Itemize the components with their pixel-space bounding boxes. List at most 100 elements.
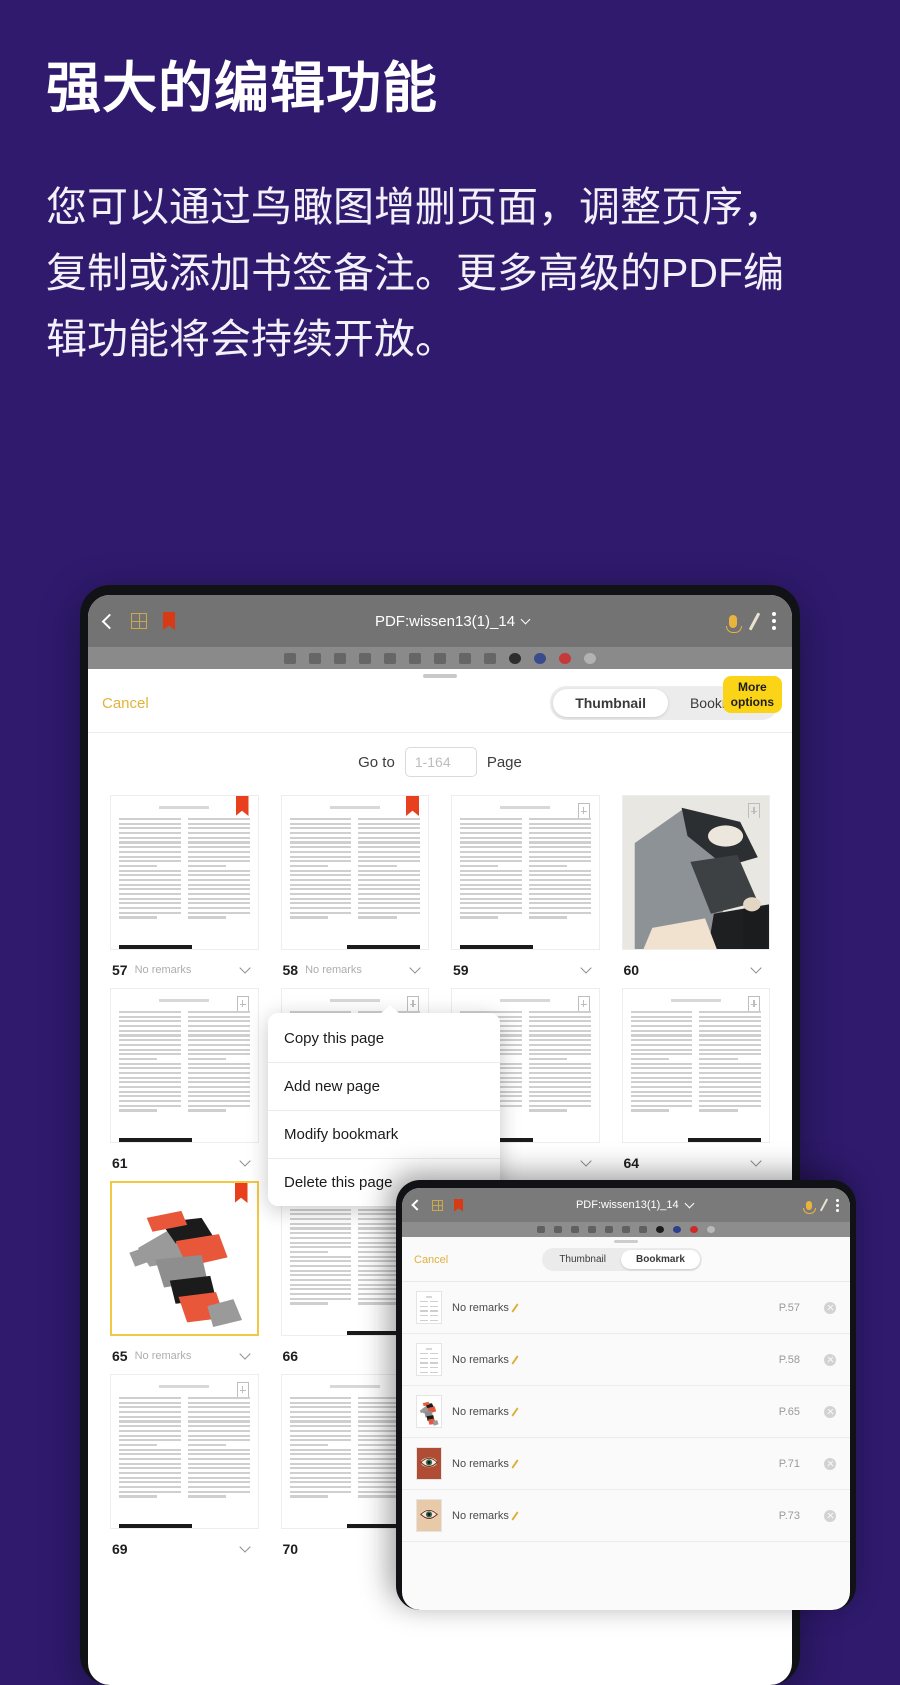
- chevron-down-icon[interactable]: [238, 1154, 251, 1167]
- thumbnail-cell[interactable]: 60: [621, 795, 770, 988]
- remove-bookmark-icon[interactable]: [824, 1457, 836, 1470]
- bookmark-row[interactable]: No remarks P.65: [402, 1386, 850, 1438]
- document-title-text-2: PDF:wissen13(1)_14: [575, 1199, 679, 1211]
- more-options-badge[interactable]: More options: [722, 676, 782, 714]
- page-remark: No remarks: [134, 963, 192, 976]
- page-thumbnail[interactable]: [110, 1374, 259, 1529]
- thumbnail-cell[interactable]: 69: [110, 1374, 259, 1567]
- microphone-icon[interactable]: [803, 1200, 817, 1214]
- thumbnail-cell[interactable]: 57 No remarks: [110, 795, 259, 988]
- kebab-menu-icon[interactable]: [772, 612, 776, 630]
- remove-bookmark-icon[interactable]: [824, 1405, 836, 1418]
- mini-text-body: [420, 1353, 438, 1375]
- pen-icon[interactable]: [819, 1198, 829, 1212]
- menu-item-add-page[interactable]: Add new page: [268, 1063, 500, 1111]
- back-icon[interactable]: [411, 1199, 423, 1211]
- pencil-edit-icon[interactable]: [511, 1458, 519, 1469]
- tab-thumbnail-2[interactable]: Thumbnail: [544, 1250, 621, 1269]
- pencil-edit-icon[interactable]: [511, 1510, 519, 1521]
- pencil-edit-icon[interactable]: [511, 1302, 519, 1313]
- pen-icon[interactable]: [748, 611, 761, 631]
- remove-bookmark-icon[interactable]: [824, 1509, 836, 1522]
- bookmark-row[interactable]: No remarks P.73: [402, 1490, 850, 1542]
- thumbnail-cell[interactable]: 65 No remarks: [110, 1181, 259, 1374]
- thumbnail-label-row: 59: [451, 950, 600, 982]
- chevron-down-icon[interactable]: [579, 1154, 592, 1167]
- add-bookmark-icon[interactable]: [236, 996, 249, 1011]
- mini-page-preview: [111, 1375, 258, 1528]
- bookmark-thumbnail[interactable]: [416, 1447, 442, 1480]
- thumbnail-cell[interactable]: 58 No remarks: [280, 795, 429, 988]
- bookmark-icon[interactable]: [163, 612, 175, 630]
- add-bookmark-icon[interactable]: [748, 996, 760, 1011]
- thumbnail-cell[interactable]: 61: [110, 988, 259, 1181]
- bookmark-row[interactable]: No remarks P.71: [402, 1438, 850, 1490]
- menu-item-modify-bookmark[interactable]: Modify bookmark: [268, 1111, 500, 1159]
- add-bookmark-icon[interactable]: [236, 1382, 249, 1397]
- page-thumbnail[interactable]: [110, 1181, 259, 1336]
- add-bookmark-icon[interactable]: [407, 996, 419, 1011]
- menu-item-copy-page[interactable]: Copy this page: [268, 1015, 500, 1063]
- page-number: 57: [112, 961, 128, 978]
- pencil-edit-icon[interactable]: [511, 1406, 519, 1417]
- document-title-2[interactable]: PDF:wissen13(1)_14: [575, 1198, 695, 1211]
- add-bookmark-icon[interactable]: [748, 803, 760, 818]
- mini-text-body: [119, 818, 250, 939]
- chevron-down-icon[interactable]: [750, 961, 762, 974]
- tab-bookmark-2[interactable]: Bookmark: [621, 1250, 700, 1269]
- mini-page-header: [425, 1296, 433, 1298]
- mini-page-preview: [417, 1292, 441, 1323]
- document-title[interactable]: PDF:wissen13(1)_14: [374, 612, 531, 630]
- bookmark-remark-wrap: No remarks: [452, 1406, 769, 1418]
- page-number: 65: [112, 1347, 128, 1364]
- chevron-down-icon[interactable]: [409, 961, 421, 974]
- mini-text-column: [358, 818, 420, 939]
- bookmark-row[interactable]: No remarks P.58: [402, 1334, 850, 1386]
- remove-bookmark-icon[interactable]: [824, 1353, 836, 1366]
- chevron-down-icon[interactable]: [238, 961, 251, 974]
- page-thumbnail[interactable]: [110, 795, 259, 950]
- page-thumbnail[interactable]: [621, 988, 770, 1143]
- bookmark-thumbnail[interactable]: [416, 1395, 442, 1428]
- grid-icon[interactable]: [131, 613, 147, 629]
- chevron-down-icon[interactable]: [238, 1540, 251, 1553]
- cancel-button[interactable]: Cancel: [102, 695, 149, 712]
- document-title-text: PDF:wissen13(1)_14: [374, 612, 516, 630]
- add-bookmark-icon[interactable]: [577, 803, 590, 818]
- bookmark-page-number: P.65: [778, 1405, 800, 1418]
- page-thumbnail[interactable]: [621, 795, 770, 950]
- bookmark-row[interactable]: No remarks P.57: [402, 1282, 850, 1334]
- thumbnail-cell[interactable]: 64: [621, 988, 770, 1181]
- bookmark-thumbnail[interactable]: [416, 1499, 442, 1532]
- pencil-edit-icon[interactable]: [511, 1354, 519, 1365]
- microphone-icon[interactable]: [726, 614, 742, 633]
- bookmark-remark: No remarks: [452, 1405, 509, 1418]
- sheet-drag-handle-2[interactable]: [402, 1237, 850, 1244]
- goto-page-input[interactable]: 1-164: [404, 747, 477, 777]
- remove-bookmark-icon[interactable]: [824, 1301, 836, 1314]
- annotation-toolbar-2[interactable]: [402, 1222, 850, 1237]
- mini-page-preview: [452, 796, 599, 949]
- add-bookmark-icon[interactable]: [577, 996, 590, 1011]
- bookmark-thumbnail[interactable]: [416, 1291, 442, 1324]
- bookmark-thumbnail[interactable]: [416, 1343, 442, 1376]
- page-thumbnail[interactable]: [451, 795, 600, 950]
- mini-text-body: [630, 1011, 761, 1132]
- kebab-menu-icon[interactable]: [836, 1198, 840, 1212]
- mini-page-header: [159, 806, 210, 809]
- page-number: 64: [623, 1154, 640, 1171]
- bookmark-icon[interactable]: [454, 1198, 463, 1212]
- back-icon[interactable]: [101, 613, 118, 629]
- thumbnail-cell[interactable]: 59: [451, 795, 600, 988]
- page-number: 59: [453, 961, 469, 978]
- chevron-down-icon[interactable]: [579, 961, 592, 974]
- chevron-down-icon[interactable]: [750, 1154, 762, 1167]
- sheet-drag-handle[interactable]: [88, 669, 792, 680]
- cancel-button-2[interactable]: Cancel: [414, 1254, 448, 1266]
- page-thumbnail[interactable]: [280, 795, 429, 950]
- tab-thumbnail[interactable]: Thumbnail: [553, 689, 668, 717]
- page-thumbnail[interactable]: [110, 988, 259, 1143]
- chevron-down-icon[interactable]: [238, 1347, 251, 1360]
- annotation-toolbar[interactable]: [88, 647, 792, 669]
- grid-icon[interactable]: [432, 1199, 443, 1211]
